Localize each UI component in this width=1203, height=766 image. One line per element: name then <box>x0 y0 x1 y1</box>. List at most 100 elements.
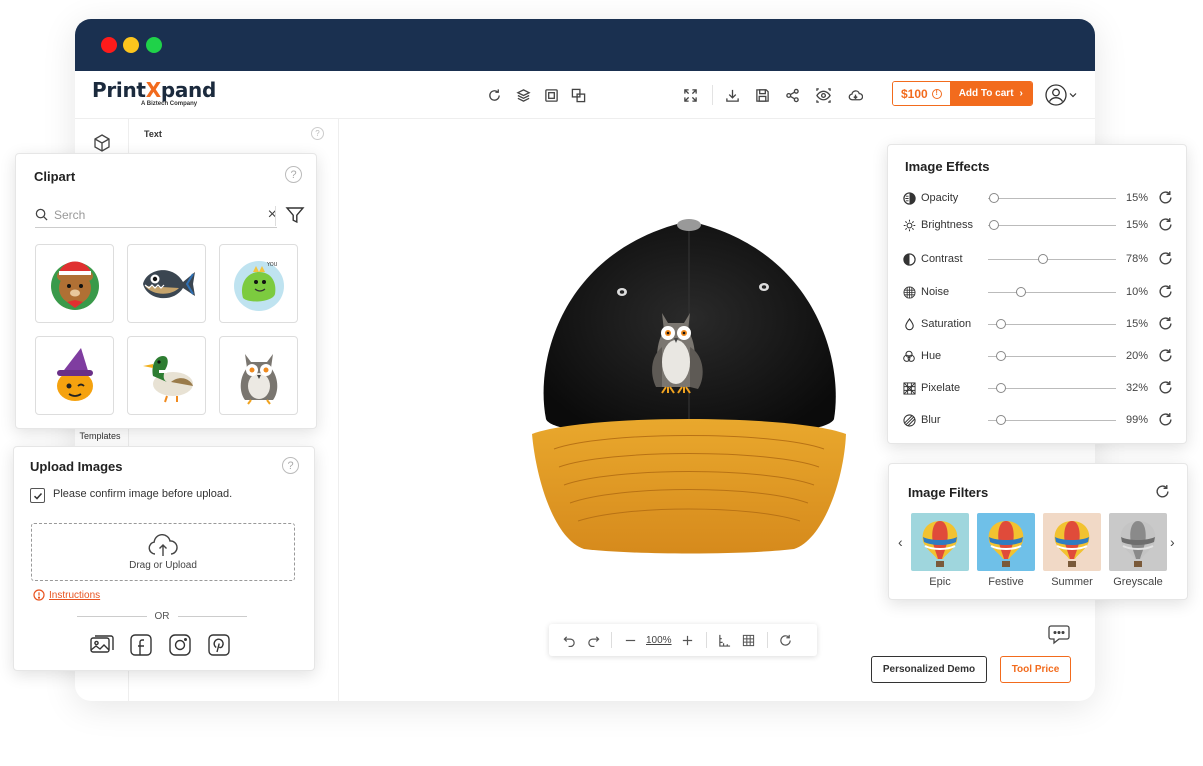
effect-slider-track[interactable] <box>988 198 1116 199</box>
effect-slider-handle[interactable] <box>1038 254 1048 264</box>
clipart-item-mallard-duck[interactable] <box>127 336 206 415</box>
save-icon[interactable] <box>753 86 771 104</box>
reset-icon[interactable] <box>1158 380 1173 395</box>
effect-row-saturation: Saturation 15% <box>902 315 1172 333</box>
add-to-cart-label: Add To cart <box>958 88 1014 99</box>
dropzone-label: Drag or Upload <box>129 559 197 571</box>
effect-label: Noise <box>921 286 950 298</box>
chevron-left-icon[interactable]: ‹ <box>898 534 903 550</box>
product-cube-icon[interactable] <box>92 133 112 153</box>
effect-slider-handle[interactable] <box>996 319 1006 329</box>
undo-icon[interactable] <box>557 628 581 652</box>
effect-slider-handle[interactable] <box>989 193 999 203</box>
reset-icon[interactable] <box>1158 412 1173 427</box>
tool-price-button[interactable]: Tool Price <box>1000 656 1071 683</box>
user-icon <box>1045 84 1067 106</box>
effect-slider-track[interactable] <box>988 259 1116 260</box>
filter-item-epic[interactable]: Epic <box>911 513 969 588</box>
instagram-icon[interactable] <box>168 633 192 657</box>
effect-slider-handle[interactable] <box>1016 287 1026 297</box>
grid-icon[interactable] <box>737 628 761 652</box>
logo-text: Print <box>92 78 146 102</box>
clipart-item-pumpkin-witch[interactable] <box>35 336 114 415</box>
divider <box>275 206 276 226</box>
search-input[interactable] <box>54 207 234 222</box>
download-icon[interactable] <box>723 86 741 104</box>
logo-accent: X <box>145 78 161 102</box>
upload-dropzone[interactable]: Drag or Upload <box>31 523 295 581</box>
refresh-icon[interactable] <box>485 86 503 104</box>
filter-icon[interactable] <box>285 205 305 225</box>
add-to-cart-button[interactable]: Add To cart › <box>949 82 1032 105</box>
effect-slider-handle[interactable] <box>989 220 999 230</box>
share-icon[interactable] <box>783 86 801 104</box>
filter-label: Festive <box>988 576 1024 588</box>
zoom-in-icon[interactable] <box>676 628 700 652</box>
effect-slider-track[interactable] <box>988 420 1116 421</box>
help-icon[interactable]: ? <box>311 127 324 140</box>
clipart-item-piranha-fish[interactable] <box>127 244 206 323</box>
help-icon[interactable]: ? <box>285 166 302 183</box>
help-icon[interactable]: ? <box>282 457 299 474</box>
maximize-window-button[interactable] <box>146 37 162 53</box>
confirm-checkbox-label: Please confirm image before upload. <box>53 488 233 500</box>
zoom-out-icon[interactable] <box>618 628 642 652</box>
user-menu[interactable] <box>1045 83 1079 107</box>
clipart-grid: YOU <box>35 244 298 415</box>
reset-icon[interactable] <box>1158 316 1173 331</box>
info-icon[interactable]: ! <box>931 88 942 99</box>
zoom-level[interactable]: 100% <box>642 635 676 646</box>
reset-icon[interactable] <box>1155 484 1170 499</box>
effect-label: Contrast <box>921 253 963 265</box>
reset-icon[interactable] <box>1158 251 1173 266</box>
layers-icon[interactable] <box>514 86 532 104</box>
clipart-item-owl[interactable] <box>219 336 298 415</box>
clipart-item-dinosaur-sticker[interactable]: YOU <box>219 244 298 323</box>
reset-icon[interactable] <box>1158 284 1173 299</box>
reset-icon[interactable] <box>774 628 798 652</box>
reset-icon[interactable] <box>1158 348 1173 363</box>
image-filters-panel: Image Filters ‹ › Epic Festive Summer Greys… <box>888 463 1188 600</box>
redo-icon[interactable] <box>581 628 605 652</box>
effect-slider-track[interactable] <box>988 356 1116 357</box>
brightness-icon <box>902 218 916 232</box>
effect-label: Brightness <box>921 219 973 231</box>
filter-item-festive[interactable]: Festive <box>977 513 1035 588</box>
effect-slider-track[interactable] <box>988 225 1116 226</box>
duplicate-icon[interactable] <box>569 86 587 104</box>
instructions-link[interactable]: Instructions <box>33 589 100 601</box>
filter-item-greyscale[interactable]: Greyscale <box>1109 513 1167 588</box>
cap-product-image <box>532 219 846 554</box>
close-window-button[interactable] <box>101 37 117 53</box>
copy-icon[interactable] <box>542 86 560 104</box>
filter-thumbnail <box>977 513 1035 571</box>
cloud-icon[interactable] <box>846 86 864 104</box>
confirm-checkbox[interactable] <box>30 488 45 503</box>
pinterest-icon[interactable] <box>207 633 231 657</box>
effect-slider-track[interactable] <box>988 324 1116 325</box>
filter-item-summer[interactable]: Summer <box>1043 513 1101 588</box>
facebook-icon[interactable] <box>129 633 153 657</box>
gallery-icon[interactable] <box>90 633 114 657</box>
clipart-item-bear-sticker[interactable] <box>35 244 114 323</box>
effect-slider-handle[interactable] <box>996 351 1006 361</box>
chat-icon[interactable] <box>1047 623 1071 645</box>
effect-slider-handle[interactable] <box>996 383 1006 393</box>
templates-tab-label[interactable]: Templates <box>79 431 121 441</box>
reset-icon[interactable] <box>1158 217 1173 232</box>
fullscreen-icon[interactable] <box>681 86 699 104</box>
effect-slider-track[interactable] <box>988 292 1116 293</box>
effect-slider-track[interactable] <box>988 388 1116 389</box>
chevron-right-icon[interactable]: › <box>1170 534 1175 550</box>
svg-text:YOU: YOU <box>266 262 278 268</box>
warning-icon <box>33 589 45 601</box>
logo-text-tail: pand <box>160 78 216 102</box>
effect-slider-handle[interactable] <box>996 415 1006 425</box>
image-filters-title: Image Filters <box>908 485 989 500</box>
ruler-icon[interactable] <box>713 628 737 652</box>
reset-icon[interactable] <box>1158 190 1173 205</box>
preview-icon[interactable] <box>814 86 832 104</box>
personalized-demo-button[interactable]: Personalized Demo <box>871 656 987 683</box>
minimize-window-button[interactable] <box>123 37 139 53</box>
image-effects-title: Image Effects <box>905 159 990 174</box>
